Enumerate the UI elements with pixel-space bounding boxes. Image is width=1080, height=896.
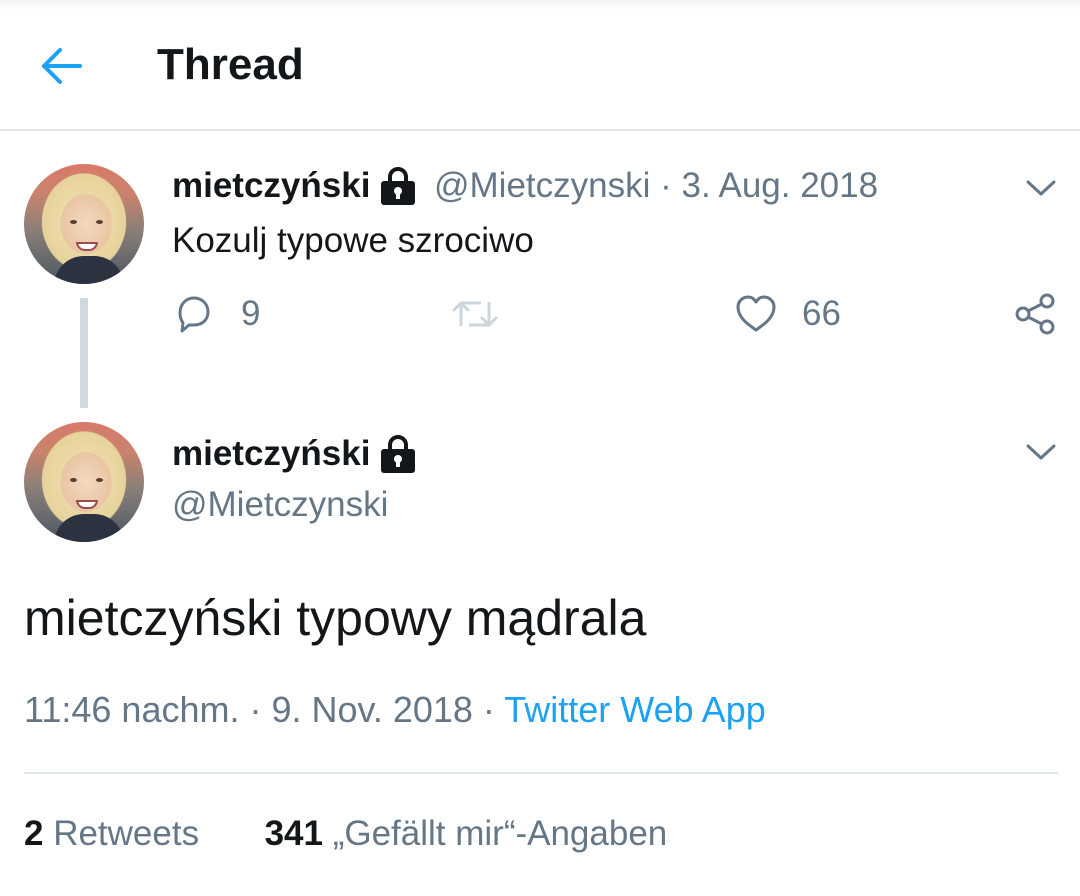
- retweet-button[interactable]: [451, 294, 499, 339]
- tweet-display-name[interactable]: mietczyński: [172, 166, 370, 206]
- page-title: Thread: [157, 40, 304, 89]
- top-bar: Thread: [0, 0, 1080, 131]
- heart-icon: [736, 295, 776, 332]
- lock-icon: [381, 435, 415, 473]
- tweet-text: mietczyński typowy mądrala: [24, 590, 647, 646]
- tweet-display-name[interactable]: mietczyński: [172, 434, 370, 474]
- retweets-stat[interactable]: 2 Retweets: [24, 814, 199, 853]
- likes-stat[interactable]: 341 „Gefällt mir“-Angaben: [265, 814, 668, 853]
- thread-page: Thread mietczyński @Mietczynski · 3. Aug…: [0, 0, 1080, 896]
- retweets-label: Retweets: [43, 814, 200, 853]
- share-button[interactable]: [1014, 292, 1058, 341]
- back-button[interactable]: [38, 44, 84, 88]
- thread-connector: [80, 298, 88, 408]
- avatar[interactable]: [24, 164, 144, 284]
- share-icon: [1015, 293, 1055, 335]
- tweet-handle-date[interactable]: @Mietczynski · 3. Aug. 2018: [434, 166, 878, 206]
- chevron-down-icon[interactable]: [1025, 442, 1057, 462]
- lock-icon: [381, 167, 415, 205]
- like-button[interactable]: [735, 294, 777, 339]
- reply-icon: [178, 296, 210, 333]
- chevron-down-icon[interactable]: [1025, 178, 1057, 198]
- retweets-count: 2: [24, 814, 44, 853]
- like-count: 66: [802, 294, 841, 333]
- likes-label: „Gefällt mir“-Angaben: [322, 814, 668, 853]
- arrow-left-icon: [42, 48, 82, 84]
- avatar[interactable]: [24, 422, 144, 542]
- reply-count: 9: [241, 294, 261, 333]
- tweet-timestamp-line: 11:46 nachm. · 9. Nov. 2018 · Twitter We…: [24, 689, 766, 731]
- tweet-source-link[interactable]: Twitter Web App: [504, 689, 765, 730]
- tweet-timestamp[interactable]: 11:46 nachm. · 9. Nov. 2018 ·: [24, 689, 504, 730]
- tweet-text: Kozulj typowe szrociwo: [172, 221, 534, 260]
- reply-button[interactable]: [174, 294, 214, 339]
- tweet-stats: 2 Retweets 341 „Gefällt mir“-Angaben: [24, 814, 667, 854]
- divider: [24, 772, 1058, 774]
- retweet-icon: [452, 301, 498, 327]
- tweet-handle[interactable]: @Mietczynski: [172, 485, 388, 525]
- likes-count: 341: [264, 814, 323, 853]
